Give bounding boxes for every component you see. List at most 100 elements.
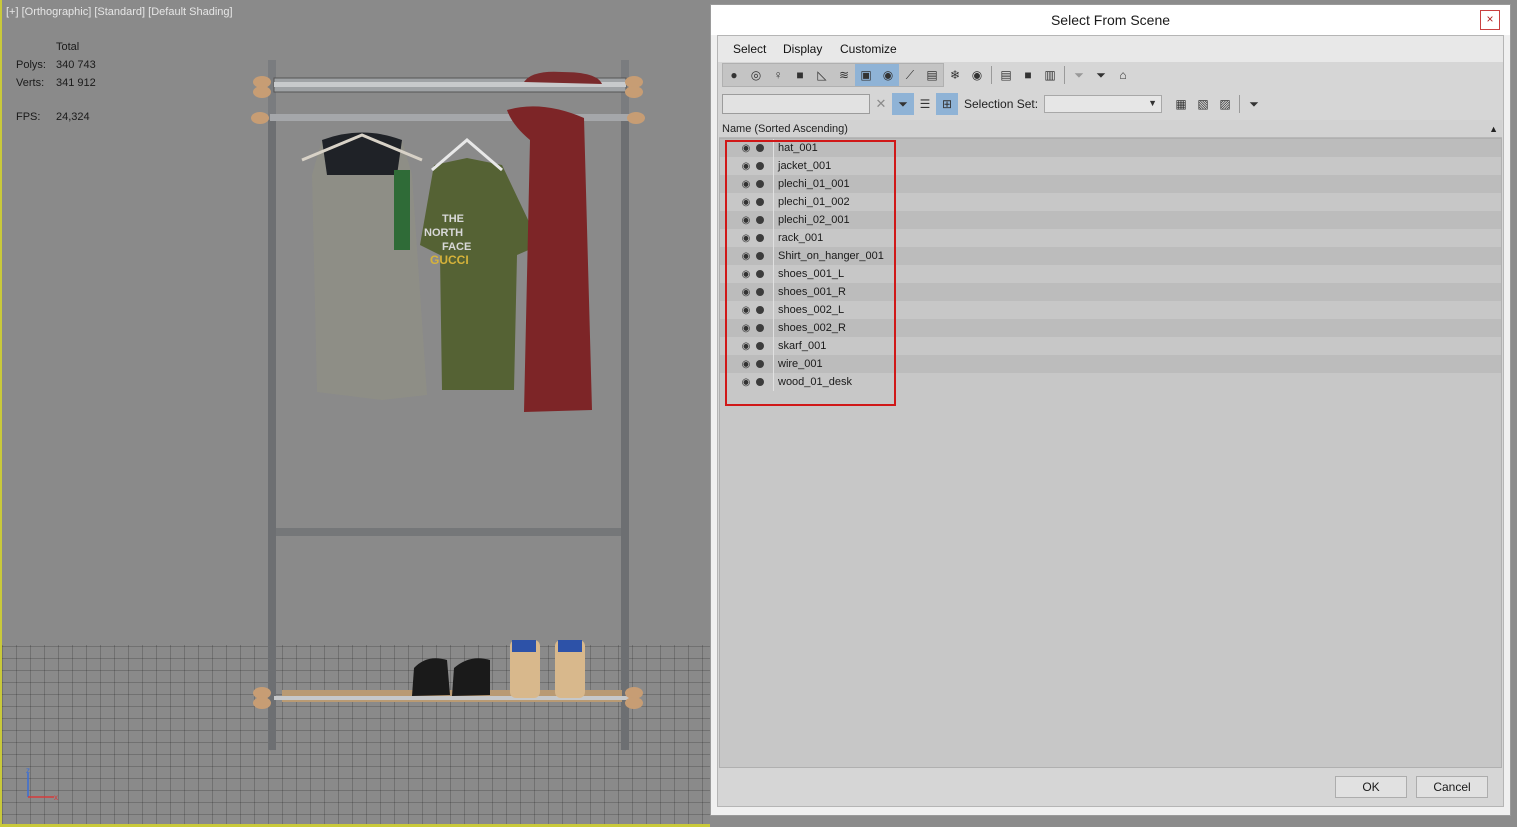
hidden-filter-icon[interactable]: ◉ bbox=[966, 64, 988, 86]
search-input[interactable] bbox=[722, 94, 870, 114]
freeze-dot-icon[interactable] bbox=[756, 180, 764, 188]
freeze-dot-icon[interactable] bbox=[756, 252, 764, 260]
select-invert-icon[interactable]: ▥ bbox=[1039, 64, 1061, 86]
spacewarps-filter-icon[interactable]: ≋ bbox=[833, 64, 855, 86]
freeze-dot-icon[interactable] bbox=[756, 198, 764, 206]
selection-set-dropdown[interactable]: ▼ bbox=[1044, 95, 1163, 113]
frozen-filter-icon[interactable]: ❄ bbox=[944, 64, 966, 86]
menu-customize[interactable]: Customize bbox=[840, 42, 897, 56]
select-all-icon[interactable]: ▤ bbox=[995, 64, 1017, 86]
freeze-dot-icon[interactable] bbox=[756, 216, 764, 224]
list-item[interactable]: ◉ hat_001 bbox=[720, 139, 1501, 157]
search-toolbar: ✕ ⏷ ☰ ⊞ Selection Set: ▼ ▦ ▧ ▨ ⏷ bbox=[722, 92, 1265, 116]
ok-button[interactable]: OK bbox=[1335, 776, 1407, 798]
object-name: skarf_001 bbox=[778, 340, 827, 352]
menu-select[interactable]: Select bbox=[733, 42, 766, 56]
column-separator bbox=[773, 193, 774, 211]
menu-display[interactable]: Display bbox=[783, 42, 822, 56]
freeze-dot-icon[interactable] bbox=[756, 342, 764, 350]
create-selection-set-icon[interactable]: ▦ bbox=[1170, 93, 1192, 115]
column-separator bbox=[773, 157, 774, 175]
list-item[interactable]: ◉ jacket_001 bbox=[720, 157, 1501, 175]
list-item[interactable]: ◉ rack_001 bbox=[720, 229, 1501, 247]
list-item[interactable]: ◉ plechi_02_001 bbox=[720, 211, 1501, 229]
list-item[interactable]: ◉ wire_001 bbox=[720, 355, 1501, 373]
xrefs-filter-icon[interactable]: ◉ bbox=[877, 64, 899, 86]
visibility-eye-icon[interactable]: ◉ bbox=[739, 377, 753, 388]
visibility-eye-icon[interactable]: ◉ bbox=[739, 215, 753, 226]
lights-filter-icon[interactable]: ♀ bbox=[767, 64, 789, 86]
list-item[interactable]: ◉ plechi_01_002 bbox=[720, 193, 1501, 211]
collapse-icon[interactable]: ⌂ bbox=[1112, 64, 1134, 86]
object-rows: ◉ hat_001 ◉ jacket_001 ◉ plechi_01_001 ◉ plechi… bbox=[720, 139, 1501, 391]
list-item[interactable]: ◉ shoes_001_L bbox=[720, 265, 1501, 283]
containers-filter-icon[interactable]: ▤ bbox=[921, 64, 943, 86]
shapes-filter-icon[interactable]: ◎ bbox=[745, 64, 767, 86]
menu-bar: Select Display Customize bbox=[718, 36, 1503, 62]
sort-ascending-icon[interactable]: ▲ bbox=[1489, 120, 1498, 138]
visibility-eye-icon[interactable]: ◉ bbox=[739, 197, 753, 208]
visibility-eye-icon[interactable]: ◉ bbox=[739, 269, 753, 280]
object-name: Shirt_on_hanger_001 bbox=[778, 250, 884, 262]
list-item[interactable]: ◉ Shirt_on_hanger_001 bbox=[720, 247, 1501, 265]
layers-icon[interactable]: ☰ bbox=[914, 93, 936, 115]
freeze-dot-icon[interactable] bbox=[756, 162, 764, 170]
visibility-eye-icon[interactable]: ◉ bbox=[739, 161, 753, 172]
rack-knob bbox=[625, 86, 643, 98]
visibility-eye-icon[interactable]: ◉ bbox=[739, 143, 753, 154]
shoe-sneaker-left-tongue bbox=[512, 640, 536, 652]
freeze-dot-icon[interactable] bbox=[756, 144, 764, 152]
rack-upright-right bbox=[621, 110, 629, 750]
freeze-dot-icon[interactable] bbox=[756, 306, 764, 314]
dialog-title: Select From Scene bbox=[1050, 12, 1171, 28]
freeze-dot-icon[interactable] bbox=[756, 234, 764, 242]
clear-search-icon[interactable]: ✕ bbox=[870, 96, 892, 112]
freeze-dot-icon[interactable] bbox=[756, 378, 764, 386]
viewport-orthographic[interactable]: [+] [Orthographic] [Standard] [Default S… bbox=[0, 0, 710, 827]
visibility-eye-icon[interactable]: ◉ bbox=[739, 341, 753, 352]
list-item[interactable]: ◉ wood_01_desk bbox=[720, 373, 1501, 391]
scarf bbox=[507, 106, 592, 412]
groups-filter-icon[interactable]: ▣ bbox=[855, 64, 877, 86]
object-name: hat_001 bbox=[778, 142, 818, 154]
column-separator bbox=[773, 175, 774, 193]
list-item[interactable]: ◉ shoes_002_R bbox=[720, 319, 1501, 337]
filter-toggle-icon[interactable]: ⏷ bbox=[892, 93, 914, 115]
freeze-dot-icon[interactable] bbox=[756, 270, 764, 278]
dialog-titlebar[interactable]: Select From Scene × bbox=[711, 5, 1510, 35]
list-item[interactable]: ◉ shoes_001_R bbox=[720, 283, 1501, 301]
visibility-eye-icon[interactable]: ◉ bbox=[739, 251, 753, 262]
select-none-icon[interactable]: ■ bbox=[1017, 64, 1039, 86]
toolbar-separator bbox=[1064, 66, 1065, 84]
visibility-eye-icon[interactable]: ◉ bbox=[739, 287, 753, 298]
geometry-filter-icon[interactable]: ● bbox=[723, 64, 745, 86]
visibility-eye-icon[interactable]: ◉ bbox=[739, 359, 753, 370]
visibility-eye-icon[interactable]: ◉ bbox=[739, 233, 753, 244]
bones-filter-icon[interactable]: ⟋ bbox=[899, 64, 921, 86]
visibility-eye-icon[interactable]: ◉ bbox=[739, 179, 753, 190]
cameras-filter-icon[interactable]: ■ bbox=[789, 64, 811, 86]
freeze-dot-icon[interactable] bbox=[756, 288, 764, 296]
column-separator bbox=[773, 139, 774, 157]
hierarchy-icon[interactable]: ⊞ bbox=[936, 93, 958, 115]
visibility-eye-icon[interactable]: ◉ bbox=[739, 305, 753, 316]
list-item[interactable]: ◉ shoes_002_L bbox=[720, 301, 1501, 319]
add-to-selection-set-icon[interactable]: ▧ bbox=[1192, 93, 1214, 115]
dialog-body: Select Display Customize ● ◎ ♀ ■ ◺ ≋ ▣ ◉… bbox=[717, 35, 1504, 807]
shirt-on-hanger bbox=[420, 158, 540, 390]
freeze-dot-icon[interactable] bbox=[756, 360, 764, 368]
cancel-button[interactable]: Cancel bbox=[1416, 776, 1488, 798]
helpers-filter-icon[interactable]: ◺ bbox=[811, 64, 833, 86]
remove-from-selection-set-icon[interactable]: ▨ bbox=[1214, 93, 1236, 115]
list-item[interactable]: ◉ plechi_01_001 bbox=[720, 175, 1501, 193]
select-by-filter-icon[interactable]: ⏷ bbox=[1243, 93, 1265, 115]
visibility-eye-icon[interactable]: ◉ bbox=[739, 323, 753, 334]
filter-funnel-disabled-icon[interactable]: ⏷ bbox=[1068, 64, 1090, 86]
list-item[interactable]: ◉ skarf_001 bbox=[720, 337, 1501, 355]
name-column-header[interactable]: Name (Sorted Ascending) ▲ bbox=[719, 120, 1502, 138]
freeze-dot-icon[interactable] bbox=[756, 324, 764, 332]
close-button[interactable]: × bbox=[1480, 10, 1500, 30]
filter-funnel-icon[interactable]: ⏷ bbox=[1090, 64, 1112, 86]
column-separator bbox=[773, 265, 774, 283]
scene-object-list[interactable]: ◉ hat_001 ◉ jacket_001 ◉ plechi_01_001 ◉ plechi… bbox=[719, 138, 1502, 768]
